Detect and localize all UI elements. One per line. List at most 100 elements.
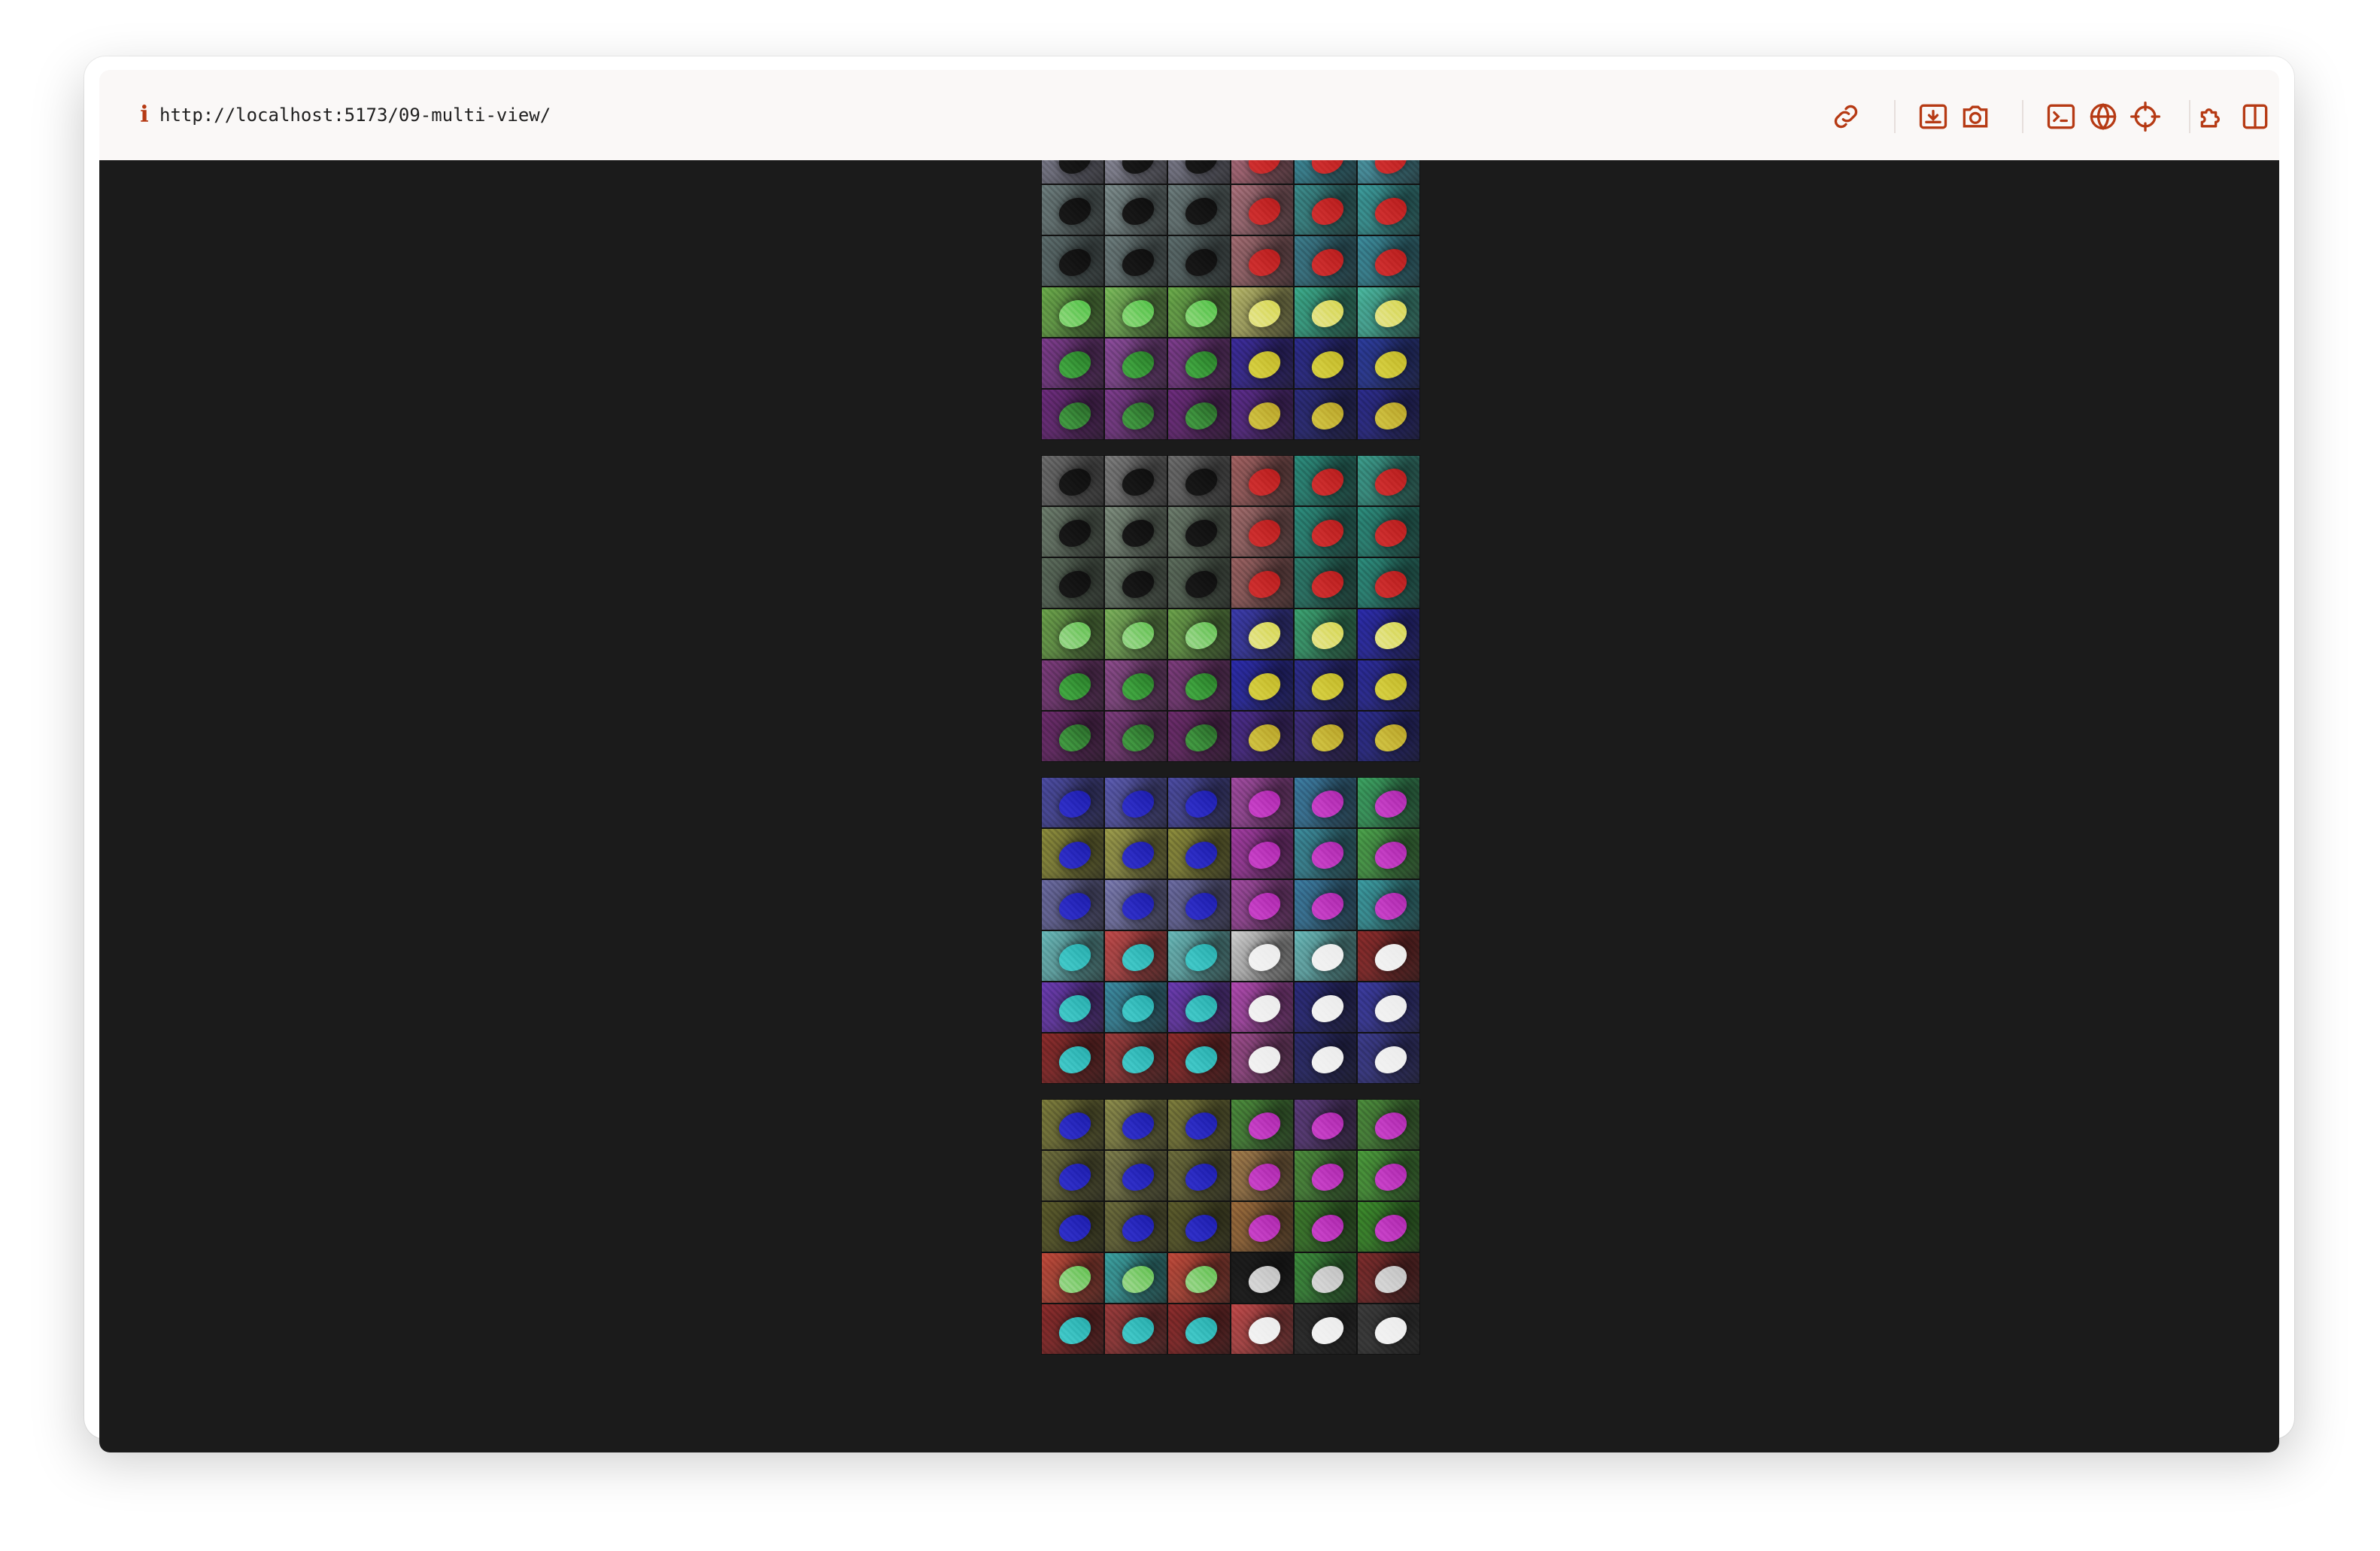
camera-icon[interactable] — [1959, 100, 1992, 133]
view-tile[interactable] — [1167, 338, 1231, 389]
view-tile[interactable] — [1294, 828, 1357, 879]
view-tile[interactable] — [1357, 1033, 1420, 1084]
view-tile[interactable] — [1294, 389, 1357, 440]
view-tile[interactable] — [1041, 1033, 1104, 1084]
view-tile[interactable] — [1104, 660, 1167, 711]
view-tile[interactable] — [1104, 1099, 1167, 1150]
view-tile[interactable] — [1041, 879, 1104, 930]
view-tile[interactable] — [1231, 184, 1294, 235]
view-tile[interactable] — [1104, 1304, 1167, 1355]
view-tile[interactable] — [1357, 338, 1420, 389]
view-tile[interactable] — [1167, 160, 1231, 184]
view-tile[interactable] — [1231, 235, 1294, 287]
view-tile[interactable] — [1104, 711, 1167, 762]
view-tile[interactable] — [1231, 287, 1294, 338]
split-view-icon[interactable] — [2239, 100, 2272, 133]
view-tile[interactable] — [1231, 828, 1294, 879]
view-tile[interactable] — [1294, 1099, 1357, 1150]
view-tile[interactable] — [1231, 557, 1294, 609]
view-tile[interactable] — [1041, 184, 1104, 235]
view-tile[interactable] — [1104, 557, 1167, 609]
view-tile[interactable] — [1104, 338, 1167, 389]
view-tile[interactable] — [1041, 389, 1104, 440]
view-tile[interactable] — [1104, 982, 1167, 1033]
view-tile[interactable] — [1357, 455, 1420, 506]
view-tile[interactable] — [1104, 828, 1167, 879]
view-tile[interactable] — [1357, 711, 1420, 762]
view-tile[interactable] — [1357, 506, 1420, 557]
view-tile[interactable] — [1104, 160, 1167, 184]
view-tile[interactable] — [1294, 1150, 1357, 1201]
view-tile[interactable] — [1357, 609, 1420, 660]
view-tile[interactable] — [1357, 1252, 1420, 1304]
view-tile[interactable] — [1167, 506, 1231, 557]
view-tile[interactable] — [1231, 1033, 1294, 1084]
download-icon[interactable] — [1917, 100, 1950, 133]
view-tile[interactable] — [1041, 338, 1104, 389]
view-tile[interactable] — [1231, 455, 1294, 506]
view-tile[interactable] — [1231, 777, 1294, 828]
view-tile[interactable] — [1357, 235, 1420, 287]
view-tile[interactable] — [1357, 930, 1420, 982]
extension-icon[interactable] — [2196, 100, 2230, 133]
page-viewport[interactable] — [99, 160, 2279, 1452]
view-tile[interactable] — [1231, 609, 1294, 660]
view-tile[interactable] — [1231, 711, 1294, 762]
view-tile[interactable] — [1294, 879, 1357, 930]
view-tile[interactable] — [1294, 930, 1357, 982]
view-tile[interactable] — [1294, 1033, 1357, 1084]
view-tile[interactable] — [1167, 235, 1231, 287]
view-tile[interactable] — [1294, 711, 1357, 762]
view-tile[interactable] — [1357, 1099, 1420, 1150]
view-tile[interactable] — [1041, 1201, 1104, 1252]
view-tile[interactable] — [1231, 879, 1294, 930]
view-tile[interactable] — [1104, 1252, 1167, 1304]
view-tile[interactable] — [1041, 235, 1104, 287]
view-tile[interactable] — [1167, 1099, 1231, 1150]
view-tile[interactable] — [1041, 1099, 1104, 1150]
view-tile[interactable] — [1231, 1150, 1294, 1201]
view-tile[interactable] — [1167, 1304, 1231, 1355]
view-tile[interactable] — [1041, 287, 1104, 338]
view-tile[interactable] — [1167, 777, 1231, 828]
view-tile[interactable] — [1231, 930, 1294, 982]
view-tile[interactable] — [1041, 1252, 1104, 1304]
view-tile[interactable] — [1231, 160, 1294, 184]
view-tile[interactable] — [1357, 287, 1420, 338]
view-tile[interactable] — [1357, 1304, 1420, 1355]
view-tile[interactable] — [1231, 506, 1294, 557]
view-tile[interactable] — [1294, 1252, 1357, 1304]
view-tile[interactable] — [1041, 506, 1104, 557]
view-tile[interactable] — [1357, 828, 1420, 879]
view-tile[interactable] — [1294, 338, 1357, 389]
info-icon[interactable]: i — [129, 94, 159, 136]
view-tile[interactable] — [1041, 711, 1104, 762]
view-tile[interactable] — [1294, 1201, 1357, 1252]
view-tile[interactable] — [1231, 389, 1294, 440]
view-tile[interactable] — [1357, 1150, 1420, 1201]
view-tile[interactable] — [1167, 930, 1231, 982]
view-tile[interactable] — [1167, 1252, 1231, 1304]
view-tile[interactable] — [1041, 557, 1104, 609]
address-bar[interactable]: http://localhost:5173/09-multi-view/ — [159, 94, 551, 136]
view-tile[interactable] — [1167, 1033, 1231, 1084]
view-tile[interactable] — [1041, 930, 1104, 982]
view-tile[interactable] — [1231, 1304, 1294, 1355]
view-tile[interactable] — [1294, 506, 1357, 557]
view-tile[interactable] — [1104, 609, 1167, 660]
view-tile[interactable] — [1104, 930, 1167, 982]
view-tile[interactable] — [1041, 828, 1104, 879]
view-tile[interactable] — [1167, 1150, 1231, 1201]
view-tile[interactable] — [1167, 557, 1231, 609]
view-tile[interactable] — [1167, 982, 1231, 1033]
view-tile[interactable] — [1231, 338, 1294, 389]
view-tile[interactable] — [1231, 1099, 1294, 1150]
crosshair-icon[interactable] — [2129, 100, 2162, 133]
view-tile[interactable] — [1294, 557, 1357, 609]
link-icon[interactable] — [1829, 100, 1862, 133]
view-tile[interactable] — [1357, 184, 1420, 235]
view-tile[interactable] — [1294, 660, 1357, 711]
view-tile[interactable] — [1104, 506, 1167, 557]
view-tile[interactable] — [1167, 287, 1231, 338]
view-tile[interactable] — [1294, 609, 1357, 660]
